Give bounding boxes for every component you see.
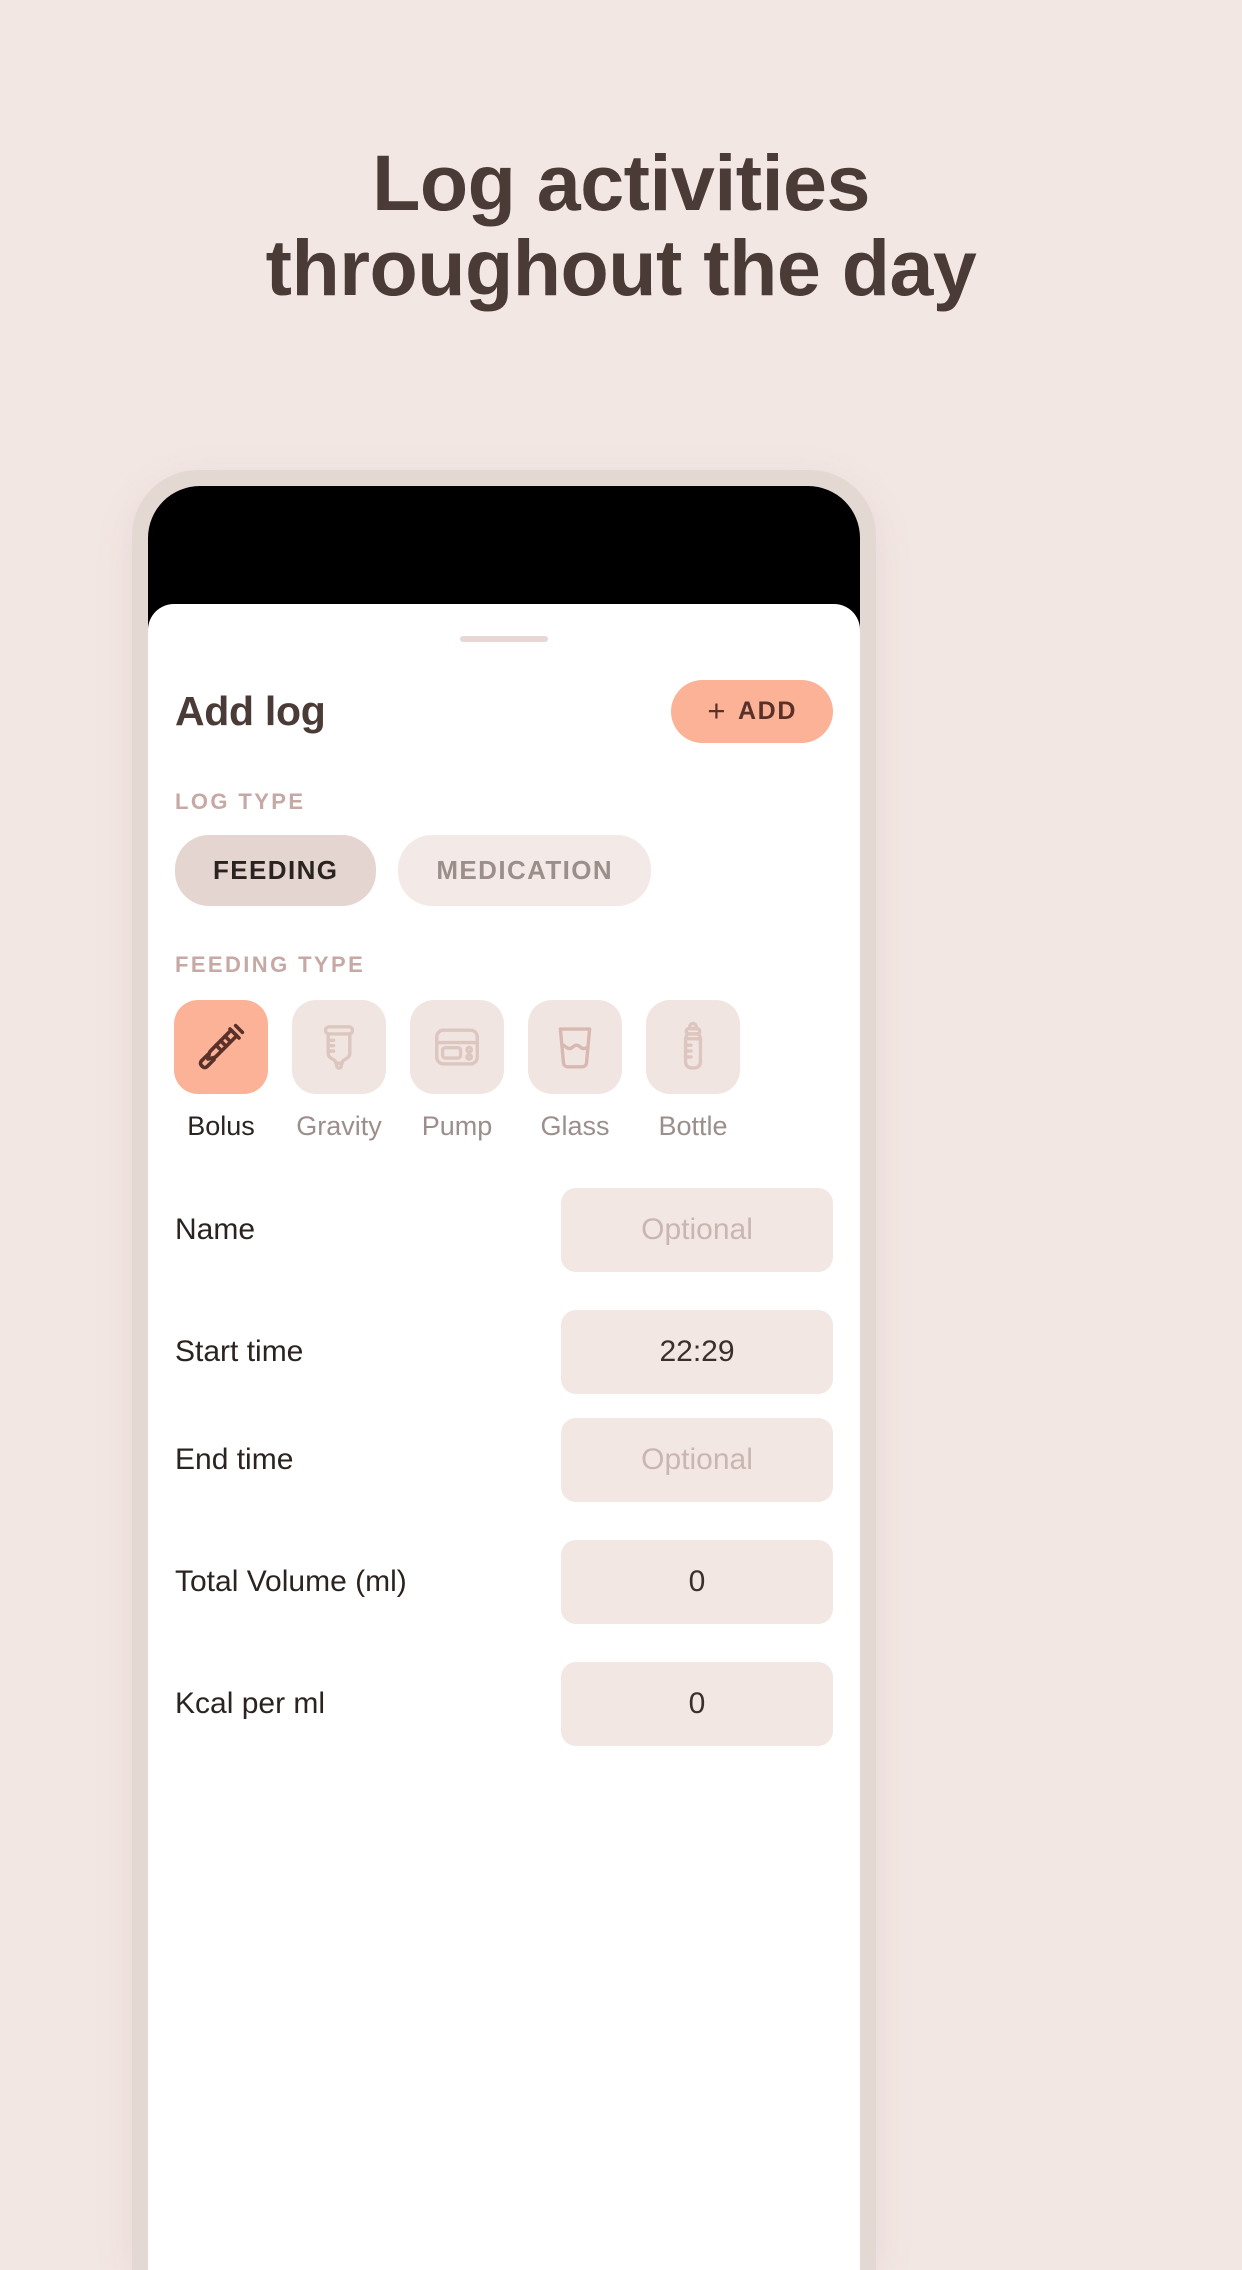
gravity-label: Gravity [296,1111,382,1141]
log-type-option-medication[interactable]: MEDICATION [398,835,652,906]
baby-bottle-icon [683,1021,703,1070]
pump-tile[interactable] [410,1000,504,1094]
feeding-type-option-gravity[interactable]: Gravity [292,1000,386,1142]
log-type-label: LOG TYPE [175,789,306,814]
form-row-kcal-per-ml: Kcal per ml 0 [175,1650,833,1758]
feeding-type-option-glass[interactable]: Glass [528,1000,622,1142]
kcal-per-ml-input[interactable]: 0 [561,1662,833,1746]
glass-label: Glass [540,1111,610,1141]
feeding-type-options: Bolus Gravity Pump Glass Bottle [174,1000,833,1142]
add-button-label: ADD [738,697,797,725]
plus-icon: + [707,692,728,728]
pump-label: Pump [421,1111,493,1141]
feeding-type-option-bottle[interactable]: Bottle [646,1000,740,1142]
add-button[interactable]: + ADD [671,680,833,743]
form-row-end-time: End time Optional [175,1406,833,1514]
log-type-option-feeding[interactable]: FEEDING [175,835,377,906]
sheet-drag-handle[interactable] [460,636,548,642]
name-label: Name [175,1213,256,1246]
glass-tile[interactable] [528,1000,622,1094]
feeding-bag-icon [323,1025,355,1070]
page-title: Add log [175,688,326,734]
kcal-per-ml-label: Kcal per ml [175,1687,326,1720]
end-time-label: End time [175,1443,294,1476]
start-time-label: Start time [175,1335,304,1368]
feeding-type-option-pump[interactable]: Pump [410,1000,504,1142]
bolus-label: Bolus [187,1111,255,1141]
promo-headline: Log activities throughout the day [0,140,1242,311]
pump-device-icon [435,1028,479,1066]
bottle-label: Bottle [658,1111,728,1141]
add-log-sheet: Add log + ADD LOG TYPE FEEDING MEDICATIO… [148,604,860,2270]
phone-screen: Add log + ADD LOG TYPE FEEDING MEDICATIO… [148,486,860,2270]
headline-line-2: throughout the day [265,223,977,313]
feeding-type-label: FEEDING TYPE [175,952,366,977]
water-glass-icon [558,1027,592,1069]
log-form: Name Optional Start time 22:29 End time … [175,1176,833,1758]
feeding-type-option-bolus[interactable]: Bolus [174,1000,268,1142]
total-volume-label: Total Volume (ml) [175,1565,407,1598]
bolus-tile[interactable] [174,1000,268,1094]
form-row-total-volume: Total Volume (ml) 0 [175,1528,833,1636]
form-row-start-time: Start time 22:29 [175,1298,833,1406]
headline-line-1: Log activities [372,138,870,227]
syringe-icon [198,1023,245,1070]
bottle-tile[interactable] [646,1000,740,1094]
log-type-options: FEEDING MEDICATION [175,835,833,906]
form-row-name: Name Optional [175,1176,833,1284]
start-time-input[interactable]: 22:29 [561,1310,833,1394]
end-time-input[interactable]: Optional [561,1418,833,1502]
name-input[interactable]: Optional [561,1188,833,1272]
phone-mockup: Add log + ADD LOG TYPE FEEDING MEDICATIO… [132,470,876,2270]
gravity-tile[interactable] [292,1000,386,1094]
sheet-header: Add log + ADD [175,680,833,743]
total-volume-input[interactable]: 0 [561,1540,833,1624]
